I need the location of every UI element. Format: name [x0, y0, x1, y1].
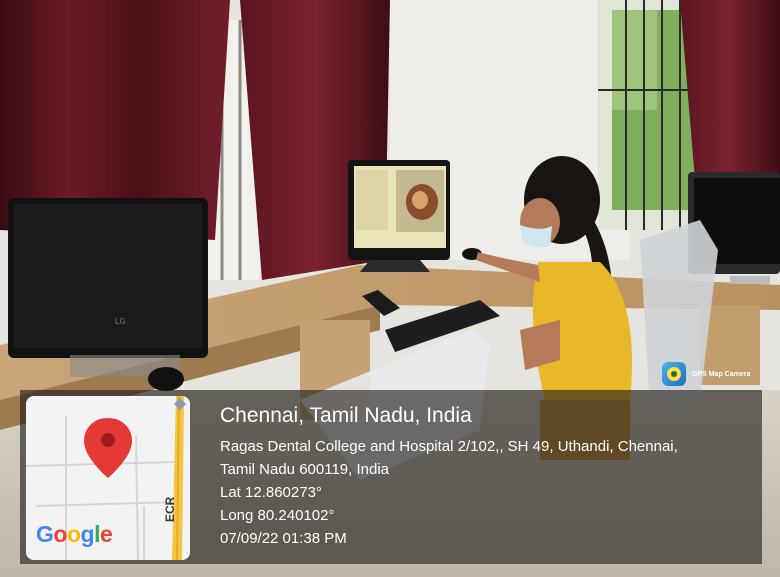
- monitor-brand: LG: [115, 317, 126, 326]
- location-info: Chennai, Tamil Nadu, India Ragas Dental …: [220, 404, 678, 550]
- gps-app-badge: GPS Map Camera: [662, 362, 750, 386]
- app-name: GPS Map Camera: [692, 370, 751, 378]
- address-line-1: Ragas Dental College and Hospital 2/102,…: [220, 438, 678, 455]
- mouse: [148, 367, 184, 391]
- latitude-text: Lat 12.860273°: [220, 484, 322, 501]
- camera-lens-icon: [662, 362, 686, 386]
- datetime-text: 07/09/22 01:38 PM: [220, 530, 347, 547]
- longitude-text: Long 80.240102°: [220, 507, 335, 524]
- google-logo: Google: [36, 521, 113, 547]
- address-line-2: Tamil Nadu 600119, India: [220, 461, 389, 478]
- map-thumbnail: Google ECR: [26, 396, 190, 560]
- gps-stamp-overlay: Google ECR Chennai, Tamil Nadu, India Ra…: [20, 390, 762, 564]
- city-line: Chennai, Tamil Nadu, India: [220, 404, 472, 427]
- road-label: ECR: [163, 496, 177, 522]
